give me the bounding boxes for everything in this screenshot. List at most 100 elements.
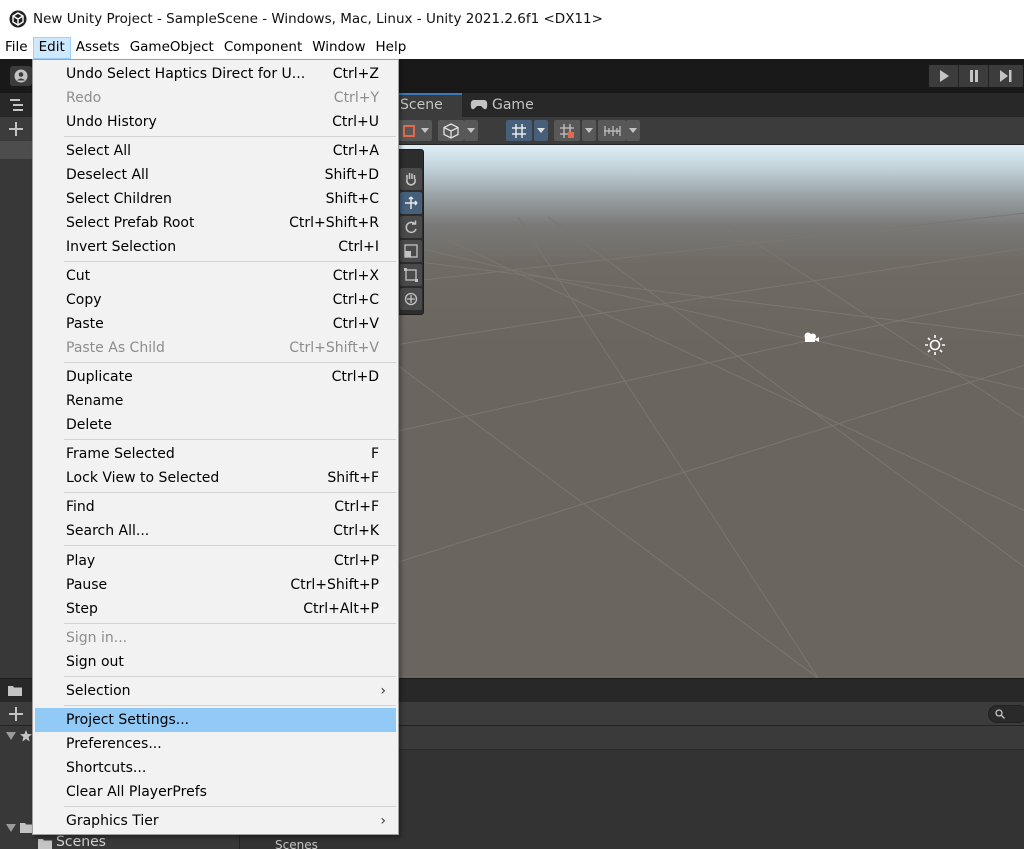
menu-item-select-all[interactable]: Select All Ctrl+A (35, 139, 396, 163)
rotate-icon (405, 220, 417, 234)
menu-item-step[interactable]: Step Ctrl+Alt+P (35, 597, 396, 621)
scene-visibility-button[interactable] (438, 120, 464, 141)
menu-file[interactable]: File (0, 37, 33, 59)
hand-tool-button[interactable] (400, 168, 422, 190)
menu-item-delete[interactable]: Delete (35, 413, 396, 437)
menubar: File Edit Assets GameObject Component Wi… (0, 37, 1024, 59)
window-titlebar: New Unity Project - SampleScene - Window… (0, 0, 1024, 37)
menu-item-sign-in[interactable]: Sign in... (35, 626, 396, 650)
menu-item-rename[interactable]: Rename (35, 389, 396, 413)
menu-item-shortcut: Ctrl+I (338, 239, 379, 255)
menu-item-select-prefab-root[interactable]: Select Prefab Root Ctrl+Shift+R (35, 211, 396, 235)
increment-snap-dropdown[interactable] (582, 120, 596, 141)
menu-item-paste[interactable]: Paste Ctrl+V (35, 312, 396, 336)
chevron-down-icon[interactable] (6, 824, 16, 832)
menu-item-preferences[interactable]: Preferences... (35, 732, 396, 756)
menu-item-play[interactable]: Play Ctrl+P (35, 549, 396, 573)
rotate-tool-button[interactable] (400, 216, 422, 238)
ruler-button[interactable] (598, 120, 626, 141)
chevron-down-icon (537, 128, 545, 133)
menu-separator (64, 261, 396, 262)
folder-item-scenes[interactable]: Scenes (56, 834, 106, 849)
cube-icon (443, 122, 459, 139)
menu-item-redo[interactable]: Redo Ctrl+Y (35, 86, 396, 110)
menu-item-search-all[interactable]: Search All... Ctrl+K (35, 519, 396, 543)
menu-item-shortcut: Ctrl+Shift+P (290, 577, 379, 593)
tab-game[interactable]: Game (470, 93, 550, 117)
increment-snap-button[interactable] (554, 120, 580, 141)
asset-item-scenes[interactable]: Scenes (275, 838, 318, 849)
draw-mode-dropdown[interactable] (418, 120, 432, 141)
search-icon (995, 709, 1005, 719)
menu-item-label: Redo (66, 90, 102, 106)
menu-item-shortcuts[interactable]: Shortcuts... (35, 756, 396, 780)
menu-item-duplicate[interactable]: Duplicate Ctrl+D (35, 365, 396, 389)
window-title: New Unity Project - SampleScene - Window… (33, 10, 603, 27)
menu-item-sign-out[interactable]: Sign out (35, 650, 396, 674)
menu-item-graphics-tier[interactable]: Graphics Tier › (35, 809, 396, 833)
scene-visibility-dropdown[interactable] (464, 120, 478, 141)
menu-item-undo[interactable]: Undo Select Haptics Direct for U... Ctrl+… (35, 62, 396, 86)
tab-game-label: Game (492, 97, 534, 113)
menu-window[interactable]: Window (307, 37, 370, 59)
tab-scene[interactable]: Scene (398, 93, 462, 117)
hierarchy-selected-row[interactable] (0, 141, 33, 159)
chevron-down-icon[interactable] (6, 732, 16, 740)
draw-mode-button[interactable] (398, 120, 420, 141)
menu-item-label: Delete (66, 417, 112, 433)
menu-item-project-settings[interactable]: Project Settings... (35, 708, 396, 732)
menu-item-label: Select All (66, 143, 131, 159)
chevron-down-icon (629, 128, 637, 133)
grid-snap-button[interactable] (506, 120, 532, 141)
menu-separator (64, 705, 396, 706)
menu-item-copy[interactable]: Copy Ctrl+C (35, 288, 396, 312)
menu-item-select-children[interactable]: Select Children Shift+C (35, 187, 396, 211)
menu-item-undo-history[interactable]: Undo History Ctrl+U (35, 110, 396, 134)
account-button[interactable] (10, 66, 32, 86)
project-search-input[interactable] (988, 705, 1024, 723)
scale-tool-button[interactable] (400, 240, 422, 262)
menu-component[interactable]: Component (219, 37, 307, 59)
menu-item-label: Paste (66, 316, 104, 332)
rect-tool-button[interactable] (400, 264, 422, 286)
submenu-arrow-icon: › (380, 683, 386, 699)
chevron-down-icon (421, 128, 429, 133)
add-icon[interactable] (8, 706, 24, 722)
menu-item-label: Rename (66, 393, 124, 409)
menu-item-shortcut: F (370, 446, 379, 462)
menu-gameobject[interactable]: GameObject (125, 37, 219, 59)
menu-item-paste-as-child[interactable]: Paste As Child Ctrl+Shift+V (35, 336, 396, 360)
menu-assets[interactable]: Assets (71, 37, 125, 59)
menu-item-find[interactable]: Find Ctrl+F (35, 495, 396, 519)
scene-viewport[interactable] (398, 145, 1024, 678)
hierarchy-toolbar (0, 117, 33, 141)
menu-item-deselect-all[interactable]: Deselect All Shift+D (35, 163, 396, 187)
camera-gizmo-icon[interactable] (802, 331, 820, 345)
menu-item-invert-selection[interactable]: Invert Selection Ctrl+I (35, 235, 396, 259)
unity-editor-window: New Unity Project - SampleScene - Window… (0, 0, 1024, 849)
grid-snap-dropdown[interactable] (534, 120, 548, 141)
transform-tool-button[interactable] (400, 288, 422, 310)
move-tool-button[interactable] (400, 192, 422, 214)
grid-icon (512, 123, 526, 138)
menu-separator (64, 492, 396, 493)
menu-edit[interactable]: Edit (32, 37, 71, 59)
hierarchy-body[interactable] (0, 141, 33, 678)
add-icon[interactable] (8, 121, 24, 137)
scene-tabbar: Scene Game (398, 93, 1024, 117)
menu-help[interactable]: Help (370, 37, 411, 59)
menu-item-frame-selected[interactable]: Frame Selected F (35, 442, 396, 466)
pause-button[interactable] (959, 65, 989, 87)
menu-item-pause[interactable]: Pause Ctrl+Shift+P (35, 573, 396, 597)
play-button[interactable] (929, 65, 959, 87)
light-gizmo-icon[interactable] (924, 334, 946, 356)
menu-item-selection[interactable]: Selection › (35, 679, 396, 703)
menu-item-lock-view[interactable]: Lock View to Selected Shift+F (35, 466, 396, 490)
menu-item-shortcut: Ctrl+Shift+R (289, 215, 379, 231)
step-button[interactable] (989, 65, 1023, 87)
menu-item-label: Duplicate (66, 369, 133, 385)
menu-item-cut[interactable]: Cut Ctrl+X (35, 264, 396, 288)
menu-item-clear-playerprefs[interactable]: Clear All PlayerPrefs (35, 780, 396, 804)
hierarchy-icon (10, 99, 23, 111)
ruler-dropdown[interactable] (626, 120, 640, 141)
